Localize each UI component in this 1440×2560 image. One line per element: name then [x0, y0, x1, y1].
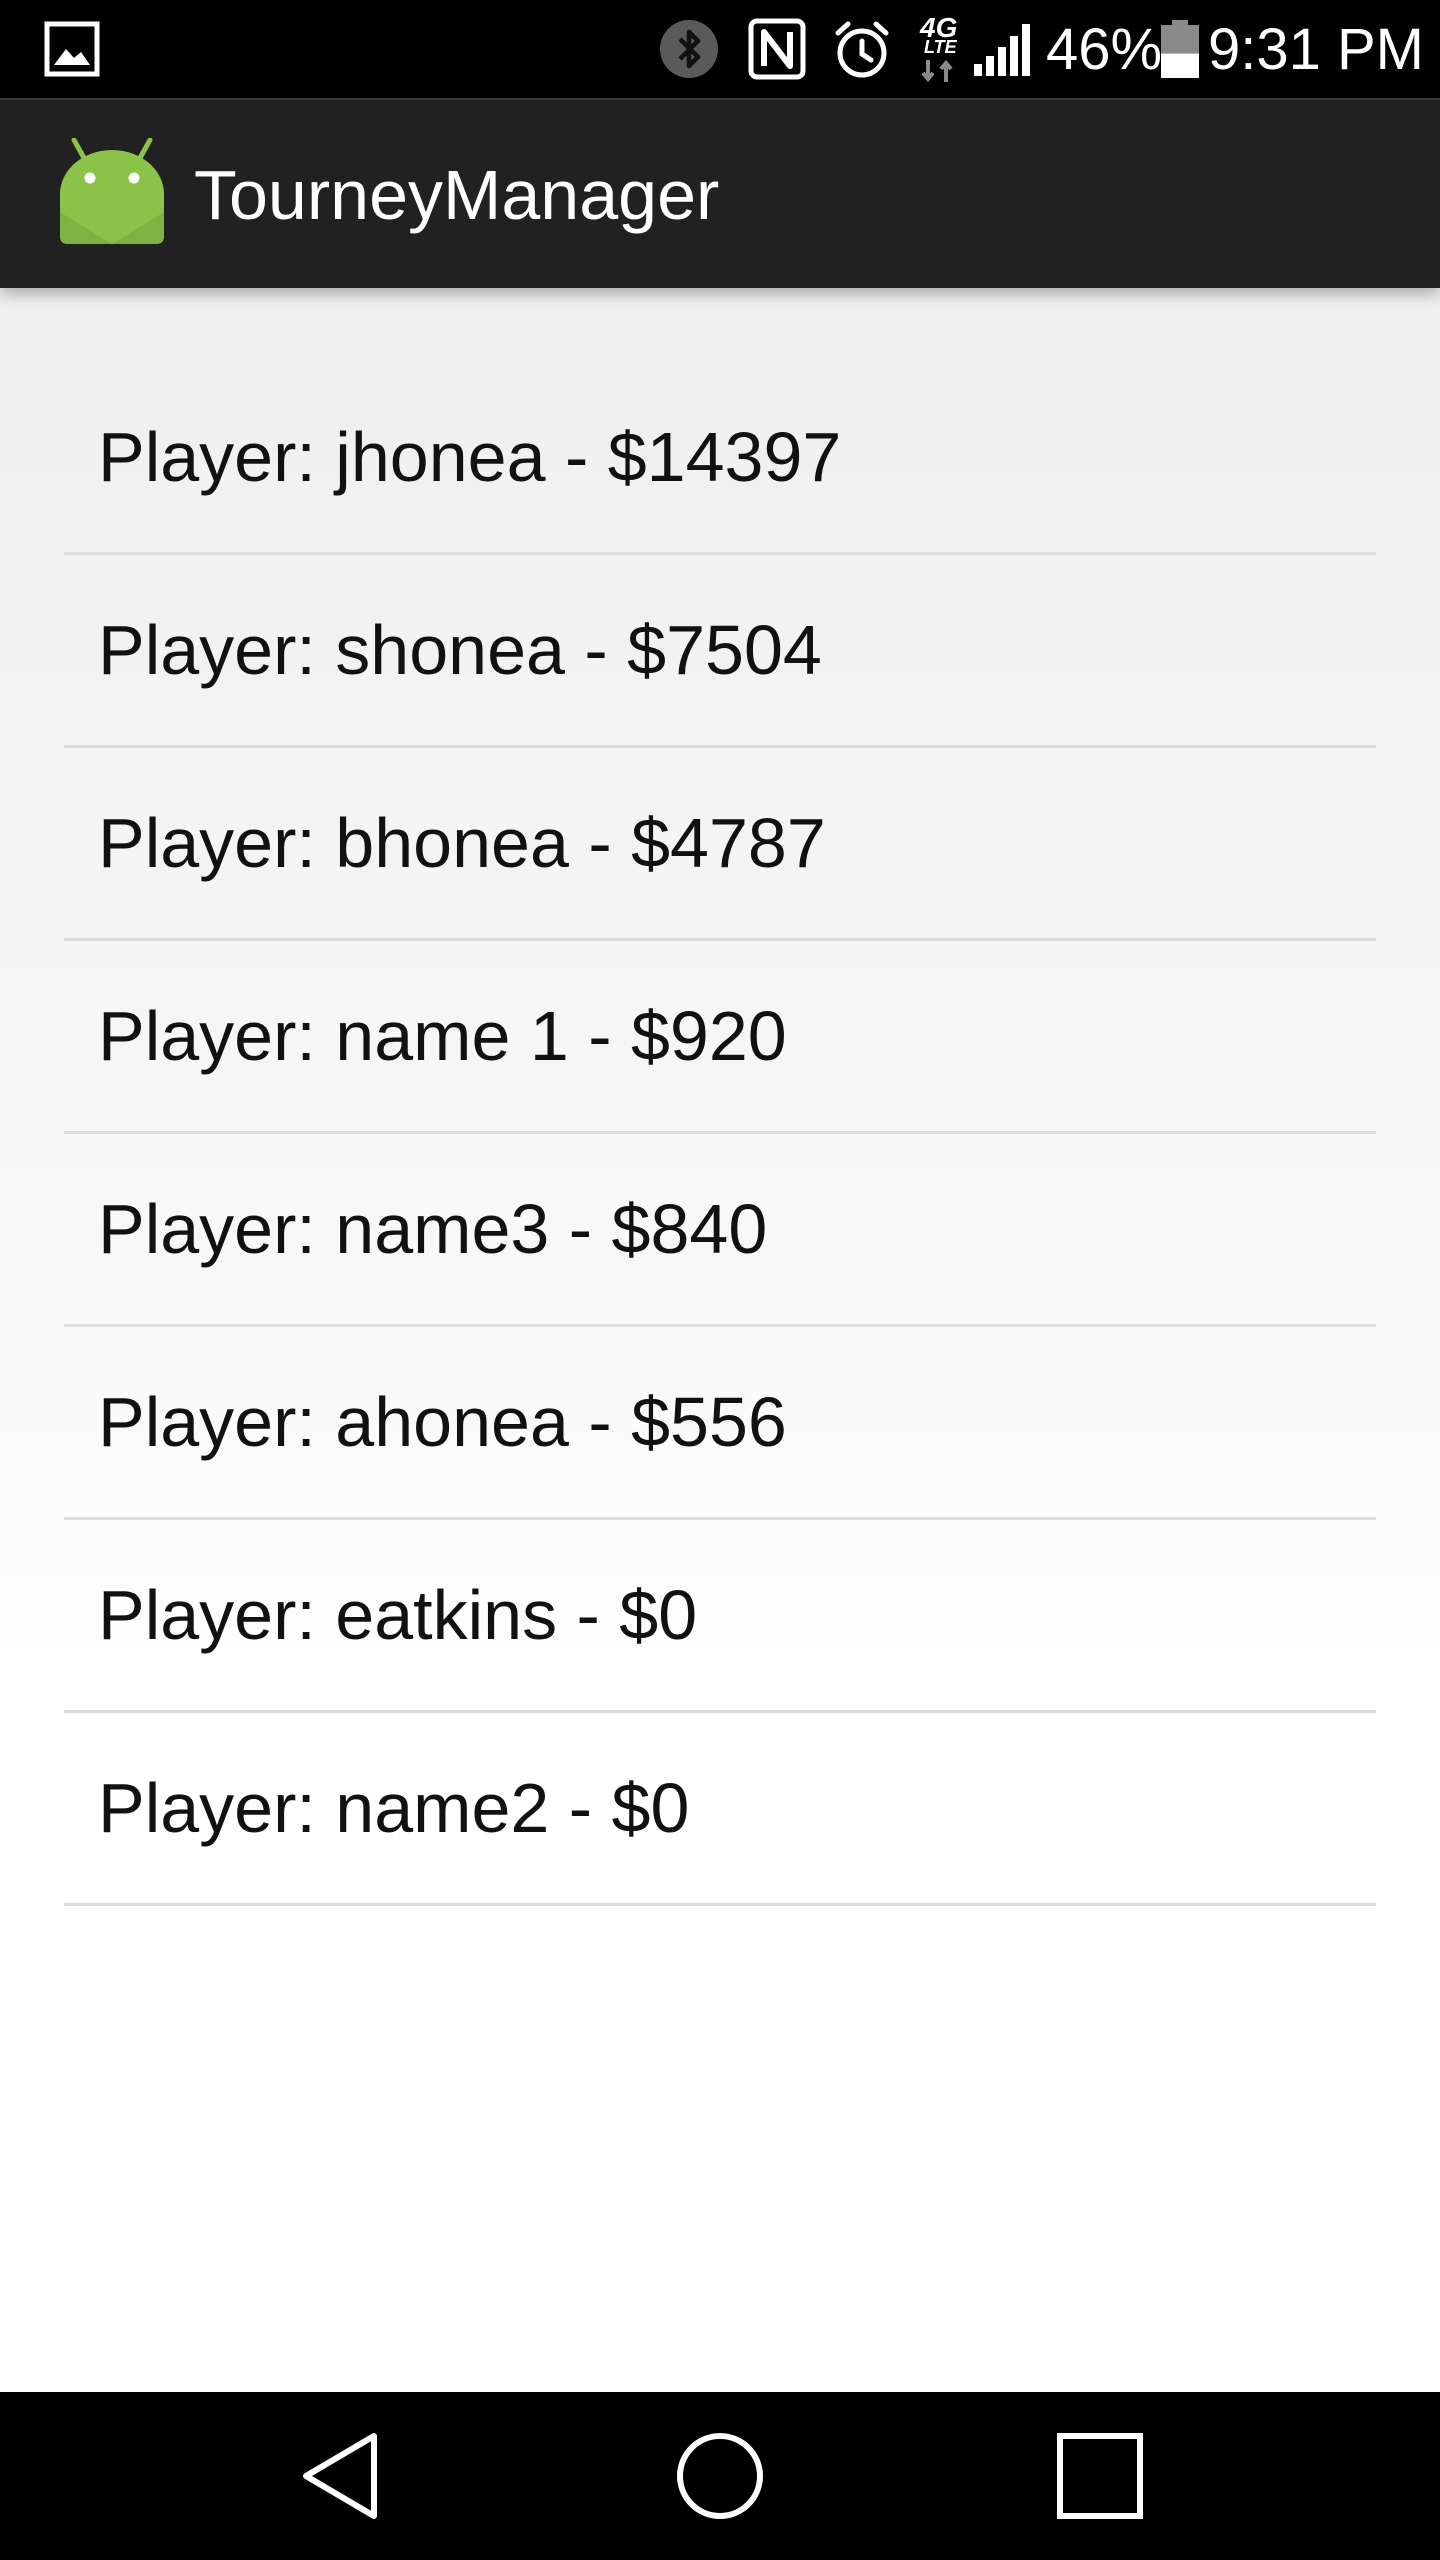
player-label: Player: name3 - $840	[98, 1190, 768, 1268]
battery-icon	[1160, 0, 1200, 98]
content-area: Player: jhonea - $14397 Player: shonea -…	[0, 288, 1440, 2392]
android-robot-icon	[56, 137, 168, 246]
player-label: Player: bhonea - $4787	[98, 804, 826, 882]
network-sub-label: LTE	[924, 37, 957, 57]
recents-icon	[1057, 2433, 1143, 2519]
home-button[interactable]	[620, 2392, 820, 2560]
battery-percent: 46%	[1046, 16, 1163, 82]
signal-icon	[972, 0, 1034, 98]
list-item[interactable]: Player: name 1 - $920	[64, 941, 1376, 1134]
app-title: TourneyManager	[194, 156, 720, 234]
list-item[interactable]: Player: name2 - $0	[64, 1713, 1376, 1906]
list-item[interactable]: Player: ahonea - $556	[64, 1327, 1376, 1520]
player-label: Player: shonea - $7504	[98, 611, 822, 689]
status-bar: 4G LTE 46% 9:31 PM	[0, 0, 1440, 98]
back-icon	[303, 2433, 377, 2519]
player-label: Player: ahonea - $556	[98, 1383, 787, 1461]
home-icon	[677, 2433, 763, 2519]
player-label: Player: name2 - $0	[98, 1769, 690, 1847]
recents-button[interactable]	[1000, 2392, 1200, 2560]
bluetooth-icon	[658, 0, 720, 98]
list-item[interactable]: Player: bhonea - $4787	[64, 748, 1376, 941]
list-item[interactable]: Player: name3 - $840	[64, 1134, 1376, 1327]
gallery-notification-icon	[44, 0, 100, 98]
back-button[interactable]	[240, 2392, 440, 2560]
status-time: 9:31 PM	[1208, 16, 1424, 82]
list-item[interactable]: Player: eatkins - $0	[64, 1520, 1376, 1713]
action-bar: TourneyManager	[0, 98, 1440, 288]
list-item[interactable]: Player: jhonea - $14397	[64, 362, 1376, 555]
player-label: Player: name 1 - $920	[98, 997, 787, 1075]
alarm-icon	[830, 0, 894, 98]
network-4g-lte-icon: 4G LTE	[916, 0, 968, 98]
navigation-bar	[0, 2392, 1440, 2560]
player-list: Player: jhonea - $14397 Player: shonea -…	[64, 362, 1376, 1906]
player-label: Player: jhonea - $14397	[98, 418, 842, 496]
list-item[interactable]: Player: shonea - $7504	[64, 555, 1376, 748]
player-label: Player: eatkins - $0	[98, 1576, 698, 1654]
nfc-icon	[748, 0, 806, 98]
